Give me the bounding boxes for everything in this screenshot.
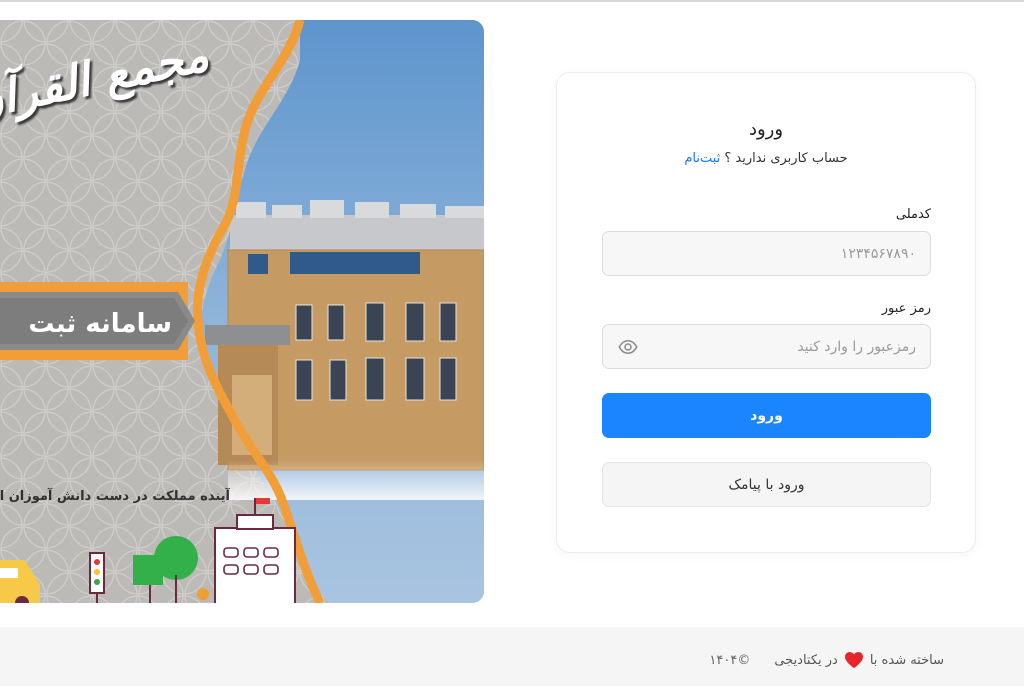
login-card: ورود حساب کاربری ندارید ؟ ثبت‌نام کدملی … bbox=[556, 72, 976, 553]
building-photo bbox=[205, 200, 484, 500]
footer-copyright: ©۱۴۰۴ bbox=[709, 652, 751, 668]
no-account-text: حساب کاربری ندارید ؟ bbox=[724, 151, 848, 166]
national-code-input[interactable] bbox=[603, 232, 930, 275]
national-code-label: کدملی bbox=[895, 207, 931, 222]
register-prompt: حساب کاربری ندارید ؟ ثبت‌نام bbox=[557, 151, 975, 166]
footer: ساخته شده با در یکتادیجی ©۱۴۰۴ bbox=[0, 627, 1024, 686]
footer-company: در یکتادیجی bbox=[774, 652, 838, 668]
register-link[interactable]: ثبت‌نام bbox=[684, 151, 720, 166]
footer-made-with: ساخته شده با bbox=[869, 652, 944, 668]
hero-banner-image: مجمع القرآن سامانه ثبت آینده مملکت در دس… bbox=[0, 20, 484, 603]
banner-slogan: آینده مملکت در دست دانش آموزان است. ( bbox=[0, 489, 230, 504]
heart-icon bbox=[844, 651, 863, 669]
password-input[interactable] bbox=[603, 325, 930, 368]
sms-login-button[interactable]: ورود با پیامک bbox=[602, 462, 931, 507]
login-submit-button[interactable]: ورود bbox=[602, 393, 931, 438]
eye-icon[interactable] bbox=[617, 337, 639, 357]
top-divider bbox=[0, 0, 1024, 2]
footer-credits: ساخته شده با در یکتادیجی ©۱۴۰۴ bbox=[709, 651, 944, 669]
national-code-field-box bbox=[602, 231, 931, 276]
login-title: ورود bbox=[748, 119, 784, 140]
password-field-box bbox=[602, 324, 931, 369]
banner-ribbon-text: سامانه ثبت bbox=[28, 309, 172, 339]
password-label: رمز عبور bbox=[881, 301, 931, 316]
